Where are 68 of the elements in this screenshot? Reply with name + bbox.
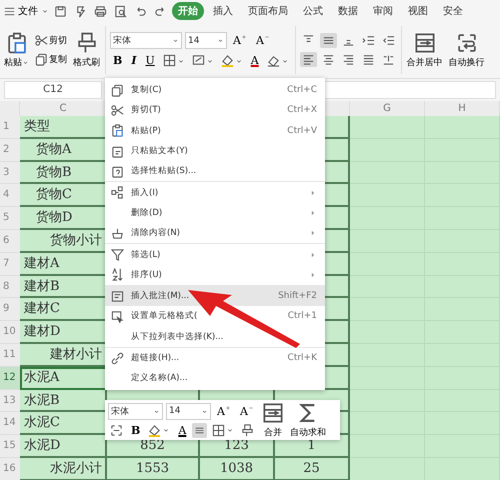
menu-item[interactable]: 排序(U) [105,264,325,285]
menu-item[interactable]: 删除(D) [105,202,325,224]
ribbon-tab[interactable]: 页面布局 [242,2,294,20]
font-size-field[interactable]: 14 [166,402,211,420]
bold-button[interactable]: B [128,422,144,438]
cut-button[interactable]: 剪切 [33,33,69,48]
bold-button[interactable]: B [110,53,126,68]
menu-item[interactable]: 清除内容(N) [105,223,325,244]
ribbon-tab[interactable]: 开始 [172,2,204,20]
ribbon-tab[interactable]: 公式 [297,2,329,20]
menu-item[interactable]: 从下拉列表中选择(K)... [105,326,325,347]
grow-font-button[interactable]: A [214,404,234,418]
table-cell: 建材A [20,252,107,276]
file-menu[interactable]: 文件 [4,4,49,18]
table-cell: 建材C [20,298,107,322]
table-cell: 建材小计 [20,344,107,367]
table-cell: 货物小计 [20,230,107,253]
font-field[interactable]: 宋体 [110,32,182,49]
grow-font-button[interactable]: A [230,33,250,48]
menu-item[interactable]: 复制(C) Ctrl+C [105,80,325,100]
ribbon-tab[interactable]: 插入 [207,2,239,20]
ribbon-tab[interactable]: 数据 [332,2,364,20]
menu-item[interactable]: 剪切(T) Ctrl+X [105,100,325,121]
wrap-text-button[interactable]: 自动换行 [448,30,486,70]
menu-item[interactable]: 定义名称(A)... [105,368,325,388]
font-field[interactable]: 宋体 [108,402,163,420]
copy-button[interactable]: 复制 [33,52,69,67]
table-cell: 类型 [20,116,107,139]
column-header[interactable]: G [350,101,425,116]
underline-button[interactable]: U [142,53,158,68]
menu-item[interactable]: 粘贴(P) Ctrl+V [105,120,325,141]
table-cell: 25 [275,458,350,480]
table-cell: 1553 [107,458,200,480]
shrink-font-button[interactable]: A [252,33,273,48]
menu-item[interactable]: 选择性粘贴(S)... [105,161,325,182]
name-box[interactable]: C12 [4,81,102,99]
table-cell: 水泥A [20,366,107,390]
column-header[interactable]: C [20,101,107,116]
table-cell: 水泥B [20,390,107,412]
table-cell: 水泥小计 [20,458,107,480]
column-header[interactable]: H [425,101,500,116]
table-cell: 1038 [200,458,275,480]
menu-item[interactable]: 插入批注(M)... Shift+F2 [105,284,325,306]
menu-item[interactable]: 只粘贴文本(Y) [105,140,325,162]
ribbon-tab[interactable]: 安全 [437,2,469,20]
font-color-button[interactable]: A [175,422,190,438]
table-cell: 建材D [20,321,107,344]
menu-item[interactable]: 超链接(H)... Ctrl+K [105,346,325,368]
menu-item[interactable]: 筛选(L) [105,243,325,265]
merge-center-button[interactable]: 合并居中 [406,30,444,70]
menu-item[interactable]: 插入(I) [105,181,325,203]
table-cell: 水泥D [20,435,107,458]
italic-button[interactable]: I [128,53,140,68]
ribbon-tab[interactable]: 审阅 [367,2,399,20]
row-number[interactable]: 12 [0,366,20,390]
paste-button[interactable]: 粘贴 [3,30,30,70]
table-cell: 货物D [20,207,107,230]
table-cell: 货物C [20,184,107,208]
table-cell: 货物B [20,162,107,184]
ribbon-tab[interactable]: 视图 [402,2,434,20]
table-cell: 货物A [20,138,107,162]
shrink-font-button[interactable]: A [236,404,257,418]
table-cell: 建材B [20,276,107,298]
menu-item[interactable]: 设置单元格格式( Ctrl+1 [105,306,325,327]
table-cell: 水泥C [20,412,107,436]
font-color-button[interactable]: A [248,53,262,68]
format-painter-button[interactable]: 格式刷 [72,30,101,70]
font-size-field[interactable]: 14 [185,32,227,49]
